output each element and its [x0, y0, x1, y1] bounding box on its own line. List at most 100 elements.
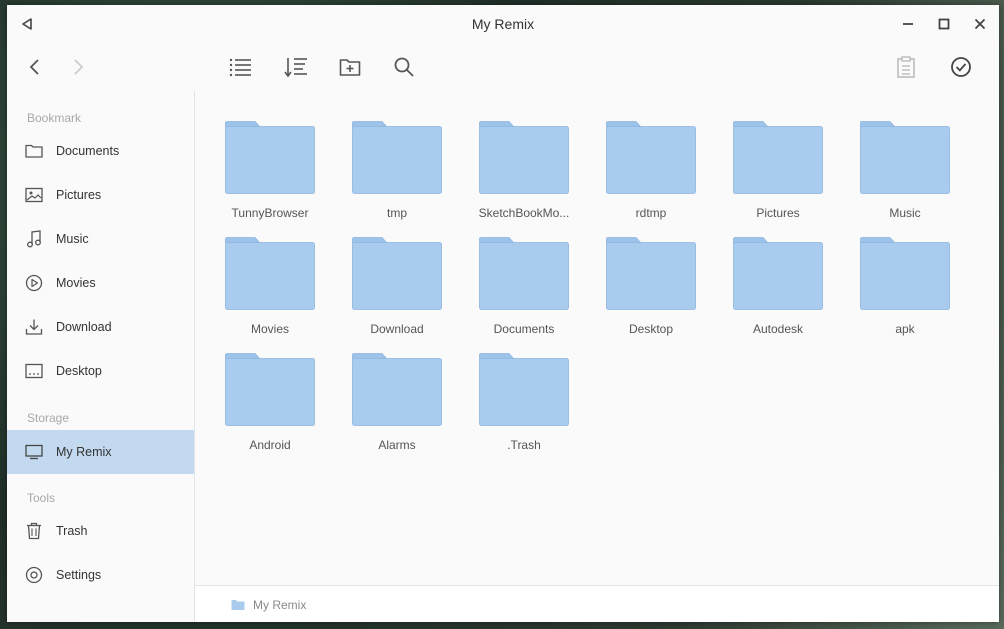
search-button[interactable] [388, 51, 420, 83]
section-label-storage: Storage [27, 411, 70, 425]
folder-item[interactable]: tmp [342, 121, 452, 231]
sidebar-item-label: Pictures [56, 188, 102, 202]
folder-name: Desktop [628, 322, 674, 336]
maximize-button[interactable] [932, 12, 956, 36]
sidebar-item-label: Movies [56, 276, 96, 290]
folder-item[interactable]: apk [850, 237, 960, 347]
folder-name: apk [895, 322, 915, 336]
sort-icon [284, 58, 307, 78]
folder-name: Android [249, 438, 291, 452]
list-icon [229, 58, 251, 77]
folder-item[interactable]: Desktop [596, 237, 706, 347]
folder-icon [24, 141, 44, 161]
close-button[interactable] [968, 12, 992, 36]
toolbar [7, 43, 999, 91]
folder-item[interactable]: Download [342, 237, 452, 347]
minimize-button[interactable] [896, 12, 920, 36]
folder-icon [733, 237, 823, 310]
folder-item[interactable]: Pictures [723, 121, 833, 231]
check-circle-icon [951, 57, 971, 77]
sidebar-item-label: Settings [56, 568, 102, 582]
folder-name: Movies [250, 322, 289, 336]
folder-icon [352, 353, 442, 426]
folder-icon [352, 237, 442, 310]
sidebar-item-settings[interactable]: Settings [7, 553, 194, 597]
folder-icon [606, 237, 696, 310]
folder-name: SketchBookMo... [478, 206, 570, 220]
folder-item[interactable]: Autodesk [723, 237, 833, 347]
title-bar: My Remix [7, 5, 999, 43]
back-triangle-icon[interactable] [15, 12, 39, 36]
sidebar-item-trash[interactable]: Trash [7, 509, 194, 553]
minimize-icon [903, 23, 913, 25]
sidebar-item-music[interactable]: Music [7, 217, 194, 261]
maximize-icon [938, 18, 950, 30]
play-circle-icon [24, 273, 44, 293]
close-icon [974, 18, 986, 30]
chevron-left-icon [29, 59, 39, 75]
forward-button[interactable] [62, 51, 94, 83]
sidebar-item-movies[interactable]: Movies [7, 261, 194, 305]
folder-icon [225, 353, 315, 426]
folder-grid: TunnyBrowser tmp SketchBookMo... rdtmp Pictu… [195, 91, 999, 585]
trash-icon [24, 521, 44, 541]
list-view-button[interactable] [225, 51, 257, 83]
sidebar-item-label: My Remix [56, 445, 112, 459]
sidebar-item-label: Download [56, 320, 112, 334]
clipboard-icon [897, 56, 915, 78]
select-mode-button[interactable] [945, 51, 977, 83]
sidebar-item-documents[interactable]: Documents [7, 129, 194, 173]
folder-item[interactable]: SketchBookMo... [469, 121, 579, 231]
back-button[interactable] [19, 51, 51, 83]
folder-icon [479, 353, 569, 426]
download-icon [24, 317, 44, 337]
folder-icon [606, 121, 696, 194]
folder-name: Music [889, 206, 921, 220]
section-label-tools: Tools [27, 491, 56, 505]
sidebar-item-pictures[interactable]: Pictures [7, 173, 194, 217]
paste-button[interactable] [890, 51, 922, 83]
sidebar: Bookmark Documents Pictures Music Movies [7, 91, 195, 622]
folder-name: Alarms [378, 438, 416, 452]
folder-item[interactable]: Movies [215, 237, 325, 347]
folder-icon [860, 237, 950, 310]
music-note-icon [24, 229, 44, 249]
folder-item[interactable]: Alarms [342, 353, 452, 463]
sidebar-item-desktop[interactable]: Desktop [7, 349, 194, 393]
section-label-bookmark: Bookmark [27, 111, 82, 125]
sidebar-item-download[interactable]: Download [7, 305, 194, 349]
folder-name: Documents [493, 322, 555, 336]
folder-icon [479, 121, 569, 194]
new-folder-icon [339, 59, 361, 76]
folder-name: tmp [386, 206, 407, 220]
folder-name: .Trash [507, 438, 541, 452]
status-bar: My Remix [195, 585, 999, 622]
sidebar-item-label: Documents [56, 144, 120, 158]
folder-item[interactable]: .Trash [469, 353, 579, 463]
file-manager-window: My Remix Bookmark Documents Pictures Mus… [7, 5, 999, 622]
folder-icon [479, 237, 569, 310]
image-icon [24, 185, 44, 205]
folder-name: Download [370, 322, 424, 336]
sidebar-item-label: Desktop [56, 364, 102, 378]
current-path: My Remix [253, 597, 307, 612]
sidebar-item-label: Music [56, 232, 89, 246]
folder-item[interactable]: Music [850, 121, 960, 231]
sidebar-item-label: Trash [56, 524, 88, 538]
folder-icon [860, 121, 950, 194]
folder-icon [225, 237, 315, 310]
search-icon [394, 57, 414, 77]
folder-icon [225, 121, 315, 194]
folder-item[interactable]: rdtmp [596, 121, 706, 231]
folder-name: rdtmp [635, 206, 667, 220]
monitor-icon [24, 442, 44, 462]
folder-icon [733, 121, 823, 194]
new-folder-button[interactable] [334, 51, 366, 83]
folder-item[interactable]: Android [215, 353, 325, 463]
folder-item[interactable]: TunnyBrowser [215, 121, 325, 231]
folder-icon [231, 599, 245, 611]
sort-button[interactable] [280, 51, 312, 83]
folder-item[interactable]: Documents [469, 237, 579, 347]
sidebar-item-my-remix[interactable]: My Remix [7, 430, 194, 474]
chevron-right-icon [74, 59, 84, 75]
